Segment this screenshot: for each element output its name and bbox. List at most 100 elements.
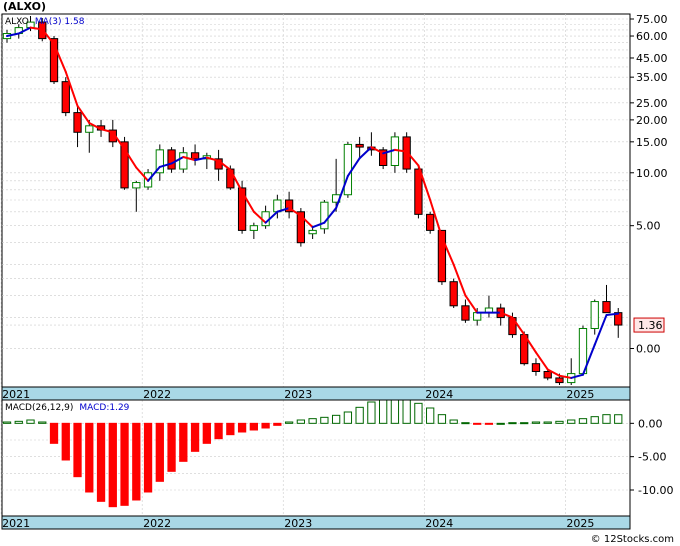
macd-bar <box>567 419 576 424</box>
macd-bar <box>96 422 106 502</box>
macd-bar <box>402 398 411 424</box>
candle-body <box>190 152 200 160</box>
macd-bar <box>578 418 588 424</box>
macd-bar <box>320 416 329 424</box>
macd-legend: MACD(26,12,9) MACD:1.29 <box>5 403 130 413</box>
macd-bar <box>155 422 164 482</box>
macd-bar <box>414 402 423 424</box>
macd-bar <box>226 422 235 436</box>
year-label: 2022 <box>143 517 171 530</box>
macd-bar <box>590 416 599 424</box>
candle-body <box>179 152 188 170</box>
macd-bar <box>390 398 400 424</box>
macd-bar <box>108 422 117 508</box>
candle-body <box>531 363 541 372</box>
candle-body <box>590 301 599 329</box>
macd-bar <box>614 414 623 424</box>
macd-bar <box>190 422 200 452</box>
watermark: © 12Stocks.com <box>590 534 674 545</box>
macd-bar <box>284 421 294 424</box>
macd-bar <box>308 418 317 424</box>
macd-bar <box>61 422 70 461</box>
legend-ma: MA(3) 1.58 <box>35 17 85 27</box>
macd-bar <box>331 414 341 424</box>
price-tick-label: 75.00 <box>636 13 668 26</box>
macd-bar <box>132 422 141 501</box>
price-tick-label: 15.00 <box>636 136 668 149</box>
year-label: 2025 <box>566 517 594 530</box>
candle-body <box>555 377 564 384</box>
candle-body <box>320 201 329 230</box>
year-label: 2023 <box>284 388 312 401</box>
candle-body <box>602 301 611 314</box>
price-tick-label: 10.00 <box>636 167 668 180</box>
price-legend: ALXO MA(3) 1.58 <box>5 17 85 27</box>
macd-bar <box>2 421 12 424</box>
candle-body <box>73 112 82 133</box>
candle-body <box>343 143 353 196</box>
macd-bar <box>379 398 388 424</box>
macd-bar <box>214 422 223 440</box>
candle-body <box>61 81 70 114</box>
macd-legend-value: MACD:1.29 <box>79 403 129 413</box>
macd-bar <box>85 422 94 493</box>
macd-bar <box>484 422 494 425</box>
last-price-label: 1.36 <box>638 319 663 332</box>
year-label: 2024 <box>425 388 453 401</box>
macd-tick-label: -10.00 <box>638 484 673 497</box>
macd-bar <box>273 422 282 426</box>
macd-x-axis-band <box>1 515 631 530</box>
legend-symbol: ALXO <box>5 17 29 27</box>
macd-bar <box>449 419 458 424</box>
macd-bar <box>520 422 529 425</box>
year-label: 2021 <box>2 388 30 401</box>
macd-bar <box>202 422 211 444</box>
year-label: 2024 <box>425 517 453 530</box>
candle-body <box>461 305 470 321</box>
macd-bar <box>473 422 482 425</box>
macd-bar <box>508 422 517 425</box>
price-tick-label: 25.00 <box>636 97 668 110</box>
year-label: 2025 <box>566 388 594 401</box>
macd-bar <box>261 422 270 429</box>
candle-body <box>85 125 94 133</box>
macd-bar <box>355 406 364 424</box>
candle-body <box>249 225 258 231</box>
price-tick-label: 5.00 <box>636 220 661 233</box>
macd-bar <box>602 414 611 424</box>
macd-bar <box>461 422 470 425</box>
macd-bar <box>237 422 247 433</box>
price-tick-label: 35.00 <box>636 71 668 84</box>
macd-bar <box>531 421 541 424</box>
candle-body <box>449 281 458 307</box>
year-label: 2023 <box>284 517 312 530</box>
macd-bar <box>26 419 35 424</box>
macd-bar <box>14 420 23 424</box>
macd-bar <box>426 407 435 424</box>
macd-bar <box>143 422 153 493</box>
price-tick-label: 0.00 <box>636 343 661 356</box>
candle-body <box>167 149 176 170</box>
macd-bar <box>38 421 47 424</box>
macd-legend-label: MACD(26,12,9) <box>5 403 73 413</box>
macd-bar <box>179 422 188 462</box>
candle-body <box>308 229 317 235</box>
macd-bar <box>296 419 306 424</box>
price-tick-label: 20.00 <box>636 114 668 127</box>
candle-body <box>543 370 552 379</box>
price-panel <box>1 13 631 388</box>
candle-body <box>473 312 482 321</box>
macd-bar <box>543 421 552 424</box>
price-x-axis-band <box>1 386 631 401</box>
macd-bar <box>249 422 258 431</box>
year-label: 2021 <box>2 517 30 530</box>
candle-body <box>355 143 364 148</box>
macd-bar <box>437 414 447 424</box>
macd-tick-label: 0.00 <box>638 417 663 430</box>
stock-chart: 75.00 60.00 45.00 35.00 25.00 20.00 15.00 10.00… <box>0 13 673 530</box>
price-tick-label: 45.00 <box>636 52 668 65</box>
macd-tick-label: -5.00 <box>638 451 666 464</box>
macd-bar <box>343 411 353 424</box>
macd-bar <box>555 420 564 424</box>
candle-body <box>426 213 435 231</box>
